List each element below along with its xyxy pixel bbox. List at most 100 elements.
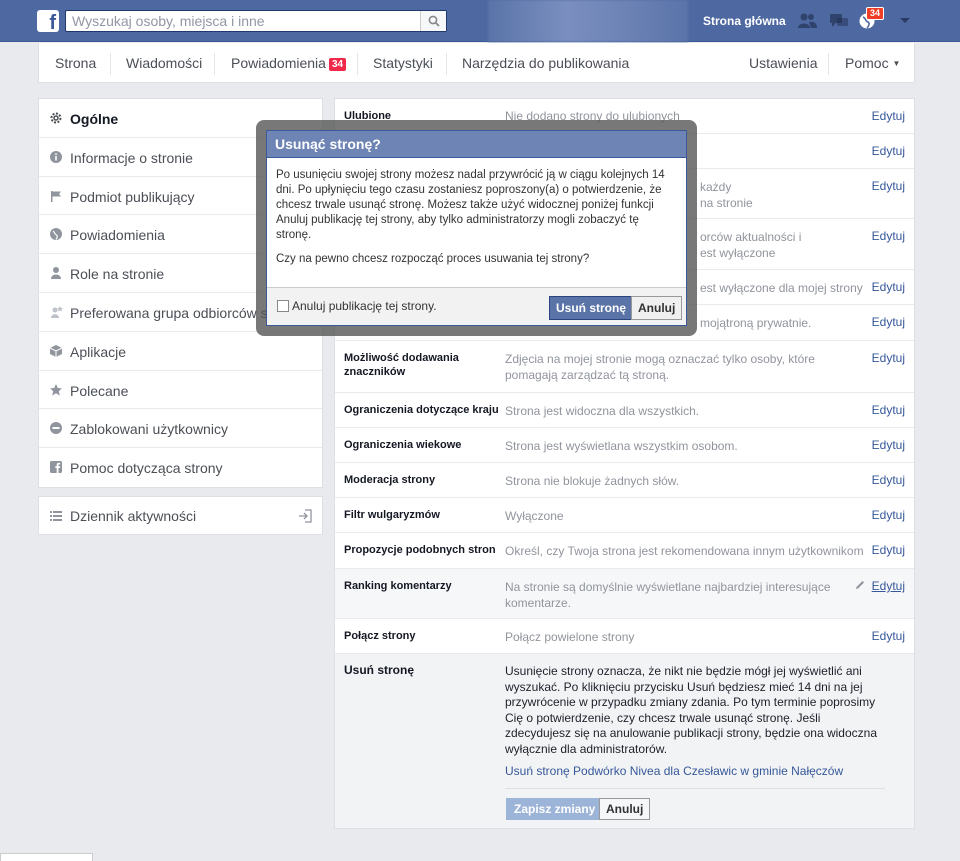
setting-label: Filtr wulgaryzmów — [344, 509, 440, 521]
chat-tab-stub[interactable] — [0, 853, 93, 861]
facebook-logo-icon[interactable]: f — [37, 10, 59, 32]
setting-value: Strona jest wyświetlana wszystkim osobom… — [505, 439, 738, 453]
confirm-delete-button[interactable]: Usuń stronę — [549, 296, 634, 320]
delete-description: Usunięcie strony oznacza, że nikt nie bę… — [505, 664, 877, 756]
setting-row-usun: Usuń stronę Usunięcie strony oznacza, że… — [335, 654, 914, 828]
nav-wiadomosci[interactable]: Wiadomości — [126, 55, 202, 71]
blocked-icon — [50, 422, 62, 435]
nav-ustawienia[interactable]: Ustawienia — [749, 55, 817, 71]
nav-strona[interactable]: Strona — [55, 55, 96, 71]
setting-value: mojątroną prywatnie. — [700, 316, 812, 330]
sidebar-item-label: Pomoc dotycząca strony — [70, 460, 223, 477]
edit-link[interactable]: Edytuj — [872, 508, 905, 522]
dialog-body: Po usunięciu swojej strony możesz nadal … — [267, 158, 686, 287]
nav-statystyki[interactable]: Statystyki — [373, 55, 433, 71]
cancel-button[interactable]: Anuluj — [599, 798, 651, 820]
search-button[interactable] — [420, 11, 446, 31]
setting-row-kraj: Ograniczenia dotyczące kraju Strona jest… — [335, 393, 914, 428]
nav-separator — [110, 53, 111, 75]
nav-powiadomienia[interactable]: Powiadomienia 34 — [231, 55, 347, 71]
divider — [505, 788, 885, 789]
delete-page-link[interactable]: Usuń stronę Podwórko Nivea dla Czesławic… — [505, 764, 843, 778]
sidebar-item-label: Polecane — [70, 382, 129, 399]
dialog-footer: Anuluj publikację tej strony. Usuń stron… — [267, 287, 686, 325]
edit-link[interactable]: Edytuj — [872, 144, 905, 158]
sidebar-item-aplikacje[interactable]: Aplikacje — [39, 332, 322, 371]
person-icon — [51, 267, 61, 280]
nav-pomoc-label: Pomoc — [845, 55, 889, 71]
sidebar-item-label: Ogólne — [70, 111, 119, 127]
sidebar-item-label: Podmiot publikujący — [70, 188, 195, 205]
setting-value: Określ, czy Twoja strona jest rekomendow… — [505, 544, 864, 558]
nav-pomoc[interactable]: Pomoc ▼ — [845, 55, 900, 71]
dialog-cancel-button[interactable]: Anuluj — [631, 296, 683, 320]
edit-link[interactable]: Edytuj — [872, 629, 905, 643]
star-icon — [50, 383, 62, 396]
sidebar-item-label: Informacje o stronie — [70, 149, 193, 166]
unpublish-checkbox-label[interactable]: Anuluj publikację tej strony. — [292, 299, 437, 313]
nav-separator — [446, 53, 447, 75]
sidebar-item-label: Powiadomienia — [70, 227, 165, 244]
setting-value: Zdjęcia na mojej stronie mogą oznaczać t… — [505, 352, 815, 382]
edit-link[interactable]: Edytuj — [872, 473, 905, 487]
setting-value: Na stronie są domyślnie wyświetlane najb… — [505, 580, 831, 610]
edit-link[interactable]: Edytuj — [872, 351, 905, 365]
sidebar-item-label: Dziennik aktywności — [70, 508, 197, 524]
setting-row-ranking: Ranking komentarzy Na stronie są domyśln… — [335, 569, 914, 619]
nav-separator — [357, 53, 358, 75]
account-menu-chevron-down-icon[interactable] — [900, 18, 910, 23]
friend-requests-icon[interactable] — [797, 12, 817, 30]
open-external-icon — [299, 509, 312, 523]
unpublish-checkbox[interactable] — [277, 300, 289, 312]
sidebar-item-dziennik[interactable]: Dziennik aktywności — [38, 496, 323, 535]
edit-link[interactable]: Edytuj — [872, 315, 905, 329]
nav-powiadomienia-label: Powiadomienia — [231, 55, 326, 71]
notification-count-badge: 34 — [866, 7, 885, 20]
edit-link[interactable]: Edytuj — [872, 109, 905, 123]
edit-link[interactable]: Edytuj — [872, 229, 905, 243]
setting-value: Połącz powielone strony — [505, 630, 635, 644]
page-nav: Strona Wiadomości Powiadomienia 34 Statys… — [38, 43, 915, 83]
save-changes-button[interactable]: Zapisz zmiany — [506, 798, 604, 820]
info-icon — [50, 150, 62, 163]
edit-link[interactable]: Edytuj — [872, 179, 905, 193]
setting-label: Możliwość dodawania znaczników — [344, 352, 459, 378]
setting-row-propozycje: Propozycje podobnych stron Określ, czy T… — [335, 533, 914, 569]
cube-icon — [49, 344, 63, 357]
setting-value: est wyłączone dla mojej strony — [700, 281, 863, 295]
edit-link[interactable]: Edytuj — [872, 438, 905, 452]
search-input[interactable] — [66, 11, 416, 31]
setting-value: orców aktualności i est wyłączone — [700, 230, 802, 260]
pencil-icon[interactable] — [855, 580, 865, 590]
setting-value: Wyłączone — [505, 509, 564, 523]
sidebar-item-zablokowani[interactable]: Zablokowani użytkownicy — [39, 409, 322, 449]
nav-notification-badge: 34 — [328, 58, 347, 71]
setting-label: Ograniczenia dotyczące kraju — [344, 404, 499, 416]
sidebar-item-label: Zablokowani użytkownicy — [70, 421, 228, 438]
sidebar-item-pomoc[interactable]: Pomoc dotycząca strony — [39, 448, 322, 487]
nav-narzedzia[interactable]: Narzędzia do publikowania — [462, 55, 629, 71]
globe-icon — [50, 228, 62, 241]
setting-label: Propozycje podobnych stron — [344, 544, 496, 556]
setting-label: Ranking komentarzy — [344, 580, 452, 592]
setting-label: Ograniczenia wiekowe — [344, 439, 462, 451]
setting-row-polacz: Połącz strony Połącz powielone strony Ed… — [335, 619, 914, 654]
edit-link[interactable]: Edytuj — [872, 543, 905, 557]
nav-separator — [828, 53, 829, 75]
edit-link[interactable]: Edytuj — [872, 280, 905, 294]
setting-label: Moderacja strony — [344, 474, 436, 486]
home-link[interactable]: Strona główna — [703, 14, 786, 28]
edit-link[interactable]: Edytuj — [872, 403, 905, 417]
messages-icon[interactable] — [829, 12, 849, 30]
setting-row-wiek: Ograniczenia wiekowe Strona jest wyświet… — [335, 428, 914, 463]
setting-label: Połącz strony — [344, 630, 416, 642]
top-bar: f Strona główna 34 — [0, 0, 960, 42]
delete-page-dialog: Usunąć stronę? Po usunięciu swojej stron… — [266, 130, 687, 326]
setting-row-moderacja: Moderacja strony Strona nie blokuje żadn… — [335, 463, 914, 498]
edit-link[interactable]: Edytuj — [872, 579, 905, 593]
blurred-profile[interactable] — [488, 0, 688, 42]
nav-separator — [214, 53, 215, 75]
dialog-title: Usunąć stronę? — [267, 131, 686, 158]
setting-value: Strona nie blokuje żadnych słów. — [505, 474, 680, 488]
sidebar-item-polecane[interactable]: Polecane — [39, 371, 322, 410]
